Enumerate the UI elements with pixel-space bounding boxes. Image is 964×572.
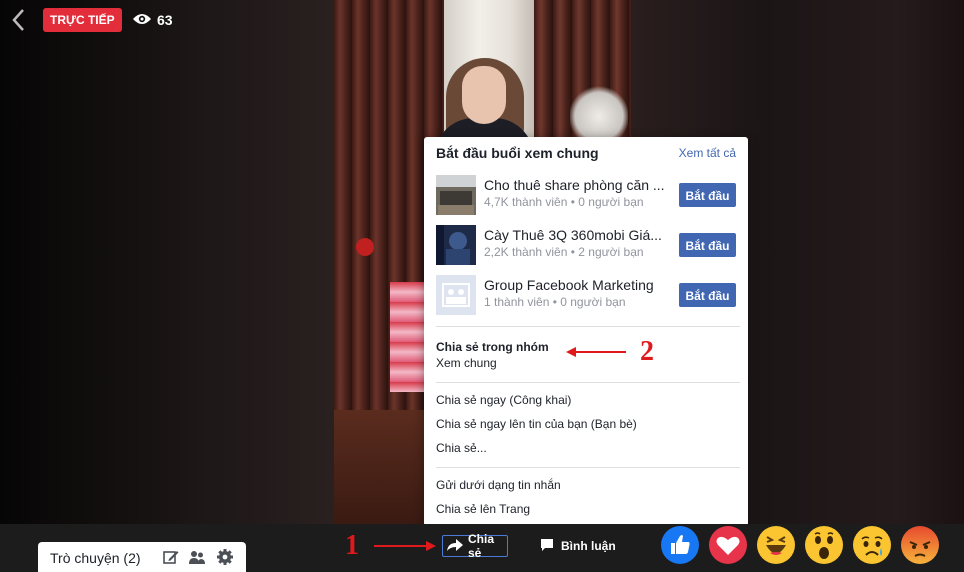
- group-placeholder-icon: [436, 275, 476, 315]
- group-row[interactable]: Cày Thuê 3Q 360mobi Giá... 2,2K thành vi…: [436, 225, 736, 265]
- share-now-public[interactable]: Chia sẻ ngay (Công khai): [436, 391, 736, 409]
- share-menu-popup: Bắt đầu buổi xem chung Xem tất cả Cho th…: [424, 137, 748, 526]
- share-arrow-icon: [446, 538, 464, 555]
- chat-panel[interactable]: Trò chuyện (2): [38, 542, 246, 572]
- viewer-count-value: 63: [157, 12, 173, 28]
- chat-label: Trò chuyện (2): [50, 550, 141, 566]
- annotation-arrow: [374, 541, 436, 551]
- compose-icon[interactable]: [162, 548, 180, 566]
- group-row[interactable]: Cho thuê share phòng căn ... 4,7K thành …: [436, 175, 736, 215]
- haha-icon[interactable]: [757, 526, 795, 564]
- annotation-number-2: 2: [640, 336, 654, 367]
- share-button[interactable]: Chia sẻ: [442, 532, 508, 560]
- divider: [436, 326, 740, 327]
- angry-icon[interactable]: [901, 526, 939, 564]
- viewer-count: 63: [132, 8, 173, 32]
- group-meta: 4,7K thành viên • 0 người bạn: [484, 195, 644, 209]
- comment-label: Bình luận: [561, 539, 616, 553]
- start-button[interactable]: Bắt đầu: [679, 283, 736, 307]
- group-thumbnail: [436, 225, 476, 265]
- watch-party-header: Bắt đầu buổi xem chung Xem tất cả: [436, 145, 736, 161]
- comment-button[interactable]: Bình luận: [540, 535, 616, 557]
- share-more[interactable]: Chia sẻ...: [436, 439, 736, 457]
- divider: [436, 467, 740, 468]
- start-button[interactable]: Bắt đầu: [679, 233, 736, 257]
- group-thumbnail: [436, 175, 476, 215]
- gear-icon[interactable]: [216, 548, 234, 566]
- wow-icon[interactable]: [805, 526, 843, 564]
- comment-icon: [540, 538, 554, 555]
- group-row[interactable]: Group Facebook Marketing 1 thành viên • …: [436, 275, 736, 315]
- group-meta: 1 thành viên • 0 người bạn: [484, 295, 626, 309]
- group-meta: 2,2K thành viên • 2 người bạn: [484, 245, 644, 259]
- back-arrow-icon[interactable]: [8, 8, 30, 32]
- send-as-message[interactable]: Gửi dưới dạng tin nhắn: [436, 476, 736, 494]
- like-icon[interactable]: [661, 526, 699, 564]
- sad-icon[interactable]: [853, 526, 891, 564]
- group-name: Cày Thuê 3Q 360mobi Giá...: [484, 227, 662, 243]
- eye-icon: [132, 12, 152, 29]
- watch-party-title: Bắt đầu buổi xem chung: [436, 145, 599, 161]
- people-icon[interactable]: [188, 548, 206, 566]
- group-name: Cho thuê share phòng căn ...: [484, 177, 665, 193]
- share-label: Chia sẻ: [468, 532, 495, 560]
- live-badge: TRỰC TIẾP: [43, 8, 122, 32]
- annotation-arrow: [566, 347, 626, 357]
- share-to-page[interactable]: Chia sẻ lên Trang: [436, 500, 736, 518]
- start-button[interactable]: Bắt đầu: [679, 183, 736, 207]
- see-all-link[interactable]: Xem tất cả: [679, 146, 736, 160]
- love-icon[interactable]: [709, 526, 747, 564]
- divider: [436, 382, 740, 383]
- group-name: Group Facebook Marketing: [484, 277, 654, 293]
- share-to-story[interactable]: Chia sẻ ngay lên tin của bạn (Bạn bè): [436, 415, 736, 433]
- annotation-number-1: 1: [345, 530, 359, 561]
